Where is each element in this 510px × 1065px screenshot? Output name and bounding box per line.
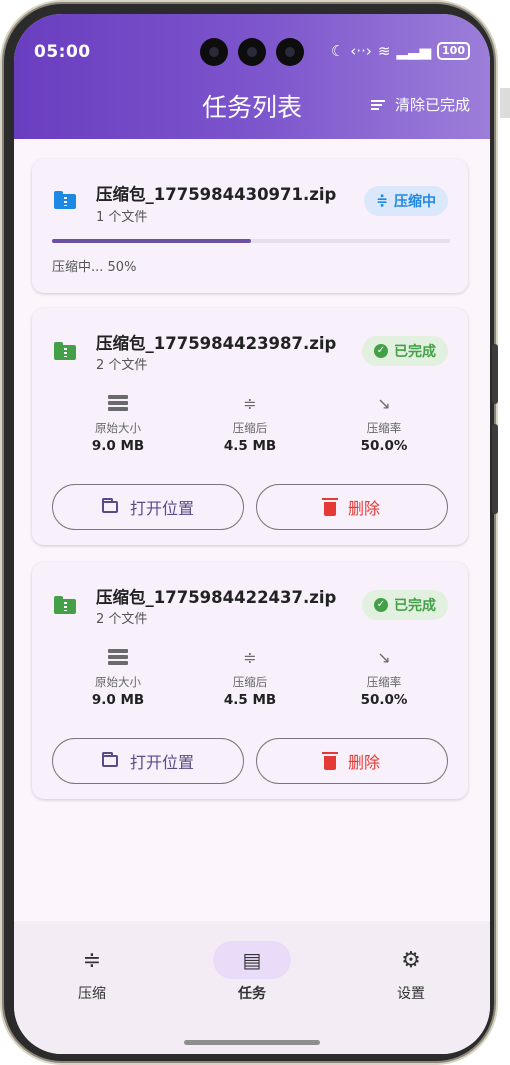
nav-item-tasks[interactable]: ▤ 任务 [207,941,297,1003]
signal-icon: ▂▃▅ [396,42,432,60]
stat-value: 50.0% [360,692,408,708]
delete-button[interactable]: 删除 [256,484,448,530]
zip-folder-icon [54,596,76,614]
folder-open-icon [101,752,118,767]
zip-folder-icon [54,191,76,209]
status-label: 压缩中 [394,194,436,210]
progress-bar-fill [52,239,251,243]
data-transfer-icon: ‹··› [350,42,372,60]
trending-down-icon: ↘ [377,393,391,413]
camera-cutout [200,38,304,66]
stat-original-size: 原始大小 9.0 MB [63,646,173,708]
status-time: 05:00 [34,42,91,62]
task-card: 压缩包_1775984422437.zip 2 个文件 ✓ 已完成 原始大小 9… [32,562,468,799]
stat-label: 压缩率 [366,675,402,689]
open-location-label: 打开位置 [129,753,194,772]
stat-label: 压缩率 [366,421,402,435]
status-icons: ☾ ‹··› ≋ ▂▃▅ 100 [331,42,470,60]
stat-value: 50.0% [360,438,408,454]
compress-icon: ≑ [243,647,257,667]
open-location-label: 打开位置 [129,499,194,518]
moon-icon: ☾ [330,42,345,60]
battery-indicator: 100 [437,42,470,60]
clear-all-icon [370,99,385,110]
nav-label: 压缩 [78,986,106,1002]
stat-value: 4.5 MB [223,692,277,708]
screen: 05:00 ☾ ‹··› ≋ ▂▃▅ 100 任务列表 清除已完成 压缩包_17… [14,14,490,1054]
nav-item-compress[interactable]: ≑ 压缩 [47,941,137,1003]
storage-icon [63,392,173,414]
status-badge: ≑ 压缩中 [364,186,448,216]
file-count: 2 个文件 [96,612,148,627]
status-badge: ✓ 已完成 [362,336,448,366]
task-list-icon: ▤ [213,941,291,979]
camera-lens [238,38,266,66]
app-header: 05:00 ☾ ‹··› ≋ ▂▃▅ 100 任务列表 清除已完成 [14,14,490,139]
stat-compressed-size: ≑ 压缩后 4.5 MB [195,392,305,455]
check-circle-icon: ✓ [374,344,388,358]
gesture-bar[interactable] [184,1040,320,1045]
zip-folder-icon [54,342,76,360]
trending-down-icon: ↘ [377,647,391,667]
open-location-button[interactable]: 打开位置 [52,484,244,530]
progress-text: 压缩中... 50% [52,260,137,275]
task-card: 压缩包_1775984430971.zip 1 个文件 ≑ 压缩中 压缩中...… [32,159,468,293]
volume-button [492,344,498,404]
folder-open-icon [101,498,118,513]
edge-handle[interactable] [500,88,510,118]
stat-label: 压缩后 [232,675,268,689]
delete-label: 删除 [347,499,380,518]
page-title-text: 任务列表 [201,93,302,122]
nav-label: 任务 [238,986,266,1002]
clear-completed-label: 清除已完成 [394,96,470,114]
power-button [492,424,498,514]
status-badge: ✓ 已完成 [362,590,448,620]
file-count: 1 个文件 [96,210,148,225]
status-label: 已完成 [394,344,436,360]
compress-icon: ≑ [243,393,257,413]
trash-icon [321,497,338,516]
storage-icon [63,646,173,668]
open-location-button[interactable]: 打开位置 [52,738,244,784]
stat-value: 9.0 MB [91,438,145,454]
bottom-navigation: ≑ 压缩 ▤ 任务 ⚙ 设置 [14,921,490,1054]
compress-icon: ≑ [82,947,102,973]
phone-frame: 05:00 ☾ ‹··› ≋ ▂▃▅ 100 任务列表 清除已完成 压缩包_17… [4,4,498,1061]
nav-item-settings[interactable]: ⚙ 设置 [366,941,456,1003]
task-card: 压缩包_1775984423987.zip 2 个文件 ✓ 已完成 原始大小 9… [32,308,468,545]
stat-value: 4.5 MB [223,438,277,454]
camera-lens [200,38,228,66]
file-count: 2 个文件 [96,358,148,373]
clear-completed-button[interactable]: 清除已完成 [370,94,470,115]
gear-icon: ⚙ [401,947,421,973]
nav-label: 设置 [397,986,425,1002]
check-circle-icon: ✓ [374,598,388,612]
delete-button[interactable]: 删除 [256,738,448,784]
compress-icon: ≑ [376,193,388,209]
stat-label: 原始大小 [95,421,141,435]
camera-lens [276,38,304,66]
progress-bar [52,239,450,243]
delete-label: 删除 [347,753,380,772]
status-label: 已完成 [394,598,436,614]
stat-compression-ratio: ↘ 压缩率 50.0% [329,646,439,709]
stat-label: 压缩后 [232,421,268,435]
wifi-icon: ≋ [377,42,391,60]
file-name: 压缩包_1775984430971.zip [96,185,337,204]
file-name: 压缩包_1775984422437.zip [96,588,337,607]
stat-compressed-size: ≑ 压缩后 4.5 MB [195,646,305,709]
file-name: 压缩包_1775984423987.zip [96,334,337,353]
stat-value: 9.0 MB [91,692,145,708]
stat-compression-ratio: ↘ 压缩率 50.0% [329,392,439,455]
trash-icon [321,751,338,770]
stat-original-size: 原始大小 9.0 MB [63,392,173,454]
stat-label: 原始大小 [95,675,141,689]
